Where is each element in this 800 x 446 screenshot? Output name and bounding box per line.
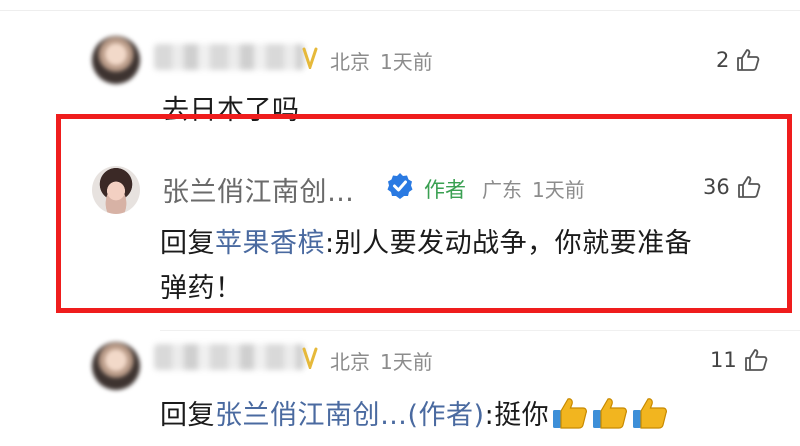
reply-prefix: 回复: [160, 400, 215, 431]
comment-text-line2: 弹药！: [160, 273, 243, 304]
thumbs-up-emoji-icon: [551, 396, 589, 437]
like-count: 36: [703, 175, 730, 199]
like-button[interactable]: 2: [716, 47, 761, 73]
comment-text: 回复张兰俏江南创…(作者):挺你: [160, 393, 669, 437]
like-button[interactable]: 11: [710, 347, 769, 373]
comment-meta: 北京 1天前: [330, 346, 443, 375]
top-divider: [0, 10, 800, 11]
comment-text-line1: 回复苹果香槟:别人要发动战争，你就要准备: [160, 221, 692, 260]
avatar[interactable]: [92, 36, 140, 84]
blurred-username[interactable]: [154, 44, 304, 70]
time-label: 1天前: [380, 350, 433, 374]
reply-separator: :: [484, 400, 495, 431]
blurred-username[interactable]: [154, 344, 304, 370]
like-count: 2: [716, 48, 730, 72]
location-label: 北京: [330, 350, 370, 374]
time-label: 1天前: [380, 50, 433, 74]
verified-badge-icon: [386, 172, 414, 204]
location-label: 北京: [330, 50, 370, 74]
reply-target-link[interactable]: 张兰俏江南创…(作者): [215, 400, 485, 431]
comment-divider: [160, 330, 800, 331]
location-label: 广东: [482, 178, 522, 202]
avatar[interactable]: [92, 342, 140, 390]
comment-meta: 广东 1天前: [482, 174, 595, 203]
thumbs-up-emoji-icon: [631, 396, 669, 437]
thumbs-up-icon: [736, 174, 762, 200]
reply-separator: :: [325, 228, 335, 259]
comment-meta: 北京 1天前: [330, 46, 443, 75]
reply-body: 挺你: [494, 400, 550, 431]
reply-target-link[interactable]: 苹果香槟: [215, 228, 325, 259]
like-button[interactable]: 36: [703, 174, 762, 200]
author-name[interactable]: 张兰俏江南创…: [162, 170, 355, 209]
thumbs-up-icon: [735, 47, 761, 73]
vip-badge-icon: [300, 47, 320, 73]
time-label: 1天前: [532, 178, 585, 202]
like-count: 11: [710, 348, 737, 372]
author-tag: 作者: [424, 178, 466, 202]
vip-badge-icon: [300, 347, 320, 373]
reply-prefix: 回复: [160, 228, 215, 259]
reply-body: 别人要发动战争，你就要准备: [334, 228, 693, 259]
thumbs-up-emoji-icon: [591, 396, 629, 437]
thumbs-up-icon: [743, 347, 769, 373]
author-avatar[interactable]: [92, 166, 140, 214]
